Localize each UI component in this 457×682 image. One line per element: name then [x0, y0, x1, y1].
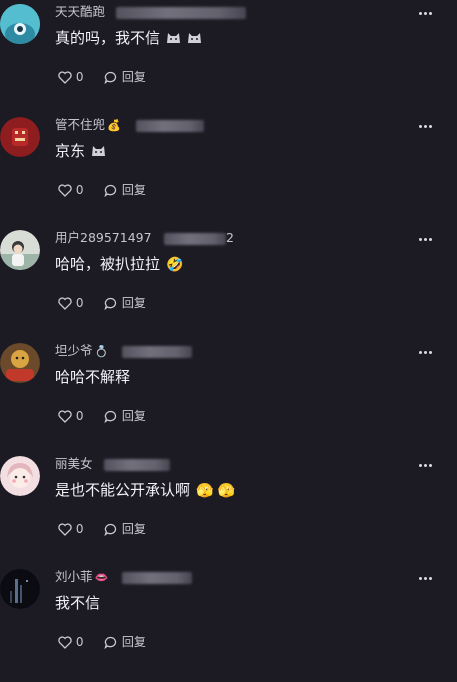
heart-icon: [58, 297, 72, 310]
chat-bubble-icon: [104, 71, 117, 85]
chat-bubble-icon: [104, 523, 117, 537]
more-options-icon[interactable]: [419, 12, 433, 16]
rolling-laughing-emoji: 🤣: [166, 257, 184, 273]
like-count: 0: [75, 522, 84, 536]
like-count: 0: [75, 409, 84, 423]
reply-label: 回复: [121, 296, 146, 310]
comment-text: 真的吗，我不信: [55, 28, 202, 48]
chat-bubble-icon: [104, 410, 117, 424]
heart-icon: [58, 636, 72, 649]
blurred-info: [136, 120, 204, 132]
username-text: 坦少爷: [55, 343, 93, 358]
heart-icon: [58, 410, 72, 423]
avatar[interactable]: [0, 343, 40, 383]
blurred-info: [122, 572, 192, 584]
reply-label: 回复: [121, 70, 146, 84]
username[interactable]: 坦少爷 💍: [55, 343, 108, 360]
comment-text-content: 是也不能公开承认啊: [55, 481, 191, 499]
reply-button[interactable]: 回复: [104, 634, 146, 650]
avatar[interactable]: [0, 230, 40, 270]
comment-text-content: 真的吗，我不信: [55, 29, 161, 47]
chat-bubble-icon: [104, 636, 117, 650]
chat-bubble-icon: [104, 297, 117, 311]
cat-face-emoji: [92, 146, 106, 156]
like-count: 0: [75, 183, 84, 197]
like-count: 0: [75, 296, 84, 310]
more-options-icon[interactable]: [419, 125, 433, 129]
more-options-icon[interactable]: [419, 577, 433, 581]
heart-icon: [58, 523, 72, 536]
reply-label: 回复: [121, 635, 146, 649]
like-button[interactable]: 0: [58, 69, 83, 85]
comment-text: 哈哈，被扒拉拉 🤣: [55, 254, 183, 275]
username-suffix: 2: [226, 230, 234, 245]
more-options-icon[interactable]: [419, 238, 433, 242]
username[interactable]: 管不住兜 💰: [55, 117, 121, 134]
reply-button[interactable]: 回复: [104, 69, 146, 85]
avatar[interactable]: [0, 569, 40, 609]
money-bag-badge: 💰: [107, 119, 121, 132]
avatar[interactable]: [0, 117, 40, 157]
lips-badge: 👄: [94, 571, 109, 584]
username-text: 管不住兜: [55, 117, 106, 132]
comment-text-content: 京东: [55, 142, 86, 160]
blurred-info: [164, 233, 226, 245]
avatar[interactable]: [0, 4, 40, 44]
like-button[interactable]: 0: [58, 634, 83, 650]
like-count: 0: [75, 70, 84, 84]
ring-badge: 💍: [94, 345, 109, 358]
username[interactable]: 用户289571497: [55, 230, 152, 246]
blurred-info: [116, 7, 246, 19]
comment-item: 丽美女 是也不能公开承认啊 🫣 🫣 0 回复: [0, 456, 457, 569]
chat-bubble-icon: [104, 184, 117, 198]
heart-icon: [58, 71, 72, 84]
like-count: 0: [75, 635, 84, 649]
reply-label: 回复: [121, 522, 146, 536]
blurred-info: [104, 459, 170, 471]
cat-face-emoji: [188, 33, 202, 43]
reply-button[interactable]: 回复: [104, 295, 146, 311]
reply-button[interactable]: 回复: [104, 521, 146, 537]
blurred-info: [122, 346, 192, 358]
comment-text: 是也不能公开承认啊 🫣 🫣: [55, 480, 235, 501]
more-options-icon[interactable]: [419, 464, 433, 468]
reply-button[interactable]: 回复: [104, 182, 146, 198]
username-text: 刘小菲: [55, 569, 93, 584]
comment-item: 天天酷跑 真的吗，我不信 0 回复: [0, 4, 457, 117]
comment-item: 刘小菲 👄 我不信 0 回复: [0, 569, 457, 682]
like-button[interactable]: 0: [58, 408, 83, 424]
like-button[interactable]: 0: [58, 295, 83, 311]
username[interactable]: 刘小菲 👄: [55, 569, 108, 586]
heart-icon: [58, 184, 72, 197]
like-button[interactable]: 0: [58, 182, 83, 198]
like-button[interactable]: 0: [58, 521, 83, 537]
comment-text-content: 哈哈，被扒拉拉: [55, 255, 161, 273]
reply-label: 回复: [121, 183, 146, 197]
comment-item: 坦少爷 💍 哈哈不解释 0 回复: [0, 343, 457, 456]
avatar[interactable]: [0, 456, 40, 496]
comment-text: 哈哈不解释: [55, 368, 131, 386]
comment-item: 用户289571497 2 哈哈，被扒拉拉 🤣 0 回复: [0, 230, 457, 343]
username[interactable]: 天天酷跑: [55, 4, 105, 20]
comment-text: 我不信: [55, 594, 101, 612]
reply-label: 回复: [121, 409, 146, 423]
username[interactable]: 丽美女: [55, 456, 93, 472]
cat-face-emoji: [167, 33, 181, 43]
peeking-face-emoji: 🫣 🫣: [196, 483, 236, 499]
more-options-icon[interactable]: [419, 351, 433, 355]
reply-button[interactable]: 回复: [104, 408, 146, 424]
comment-text: 京东: [55, 141, 106, 161]
comment-item: 管不住兜 💰 京东 0 回复: [0, 117, 457, 230]
